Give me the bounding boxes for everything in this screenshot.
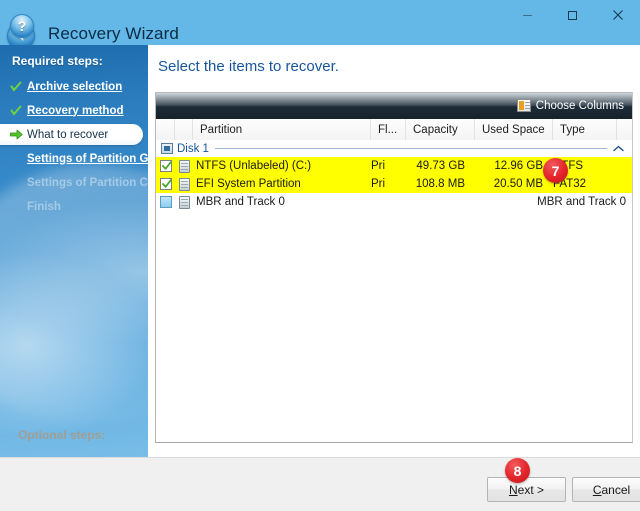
table-header-row: Partition Fl... Capacity Used Space Type bbox=[156, 119, 632, 141]
close-button[interactable] bbox=[595, 0, 640, 30]
row-checkbox[interactable] bbox=[156, 178, 175, 190]
question-mark-icon: ? bbox=[17, 18, 27, 34]
window-title: Recovery Wizard bbox=[48, 24, 179, 43]
cell-type: MBR and Track 0 bbox=[537, 196, 627, 208]
sidebar-item-label: Settings of Partition G bbox=[27, 152, 148, 165]
recovery-wizard-window: Recovery Wizard Required steps: Archive … bbox=[0, 0, 640, 511]
column-header-flags[interactable]: Fl... bbox=[371, 119, 406, 140]
column-header-capacity[interactable]: Capacity bbox=[406, 119, 475, 140]
cancel-label-rest: ancel bbox=[601, 482, 631, 497]
annotation-badge-8: 8 bbox=[505, 458, 530, 483]
content-area: Select the items to recover. Choose Colu… bbox=[148, 45, 640, 457]
column-header-used-space[interactable]: Used Space bbox=[475, 119, 553, 140]
cell-partition: MBR and Track 0 bbox=[196, 196, 285, 208]
sidebar-item-label: What to recover bbox=[27, 128, 109, 141]
cell-partition: NTFS (Unlabeled) (C:) bbox=[196, 160, 312, 172]
sidebar-heading: Required steps: bbox=[12, 54, 103, 68]
cell-capacity: 108.8 MB bbox=[415, 178, 465, 190]
cell-capacity: 49.73 GB bbox=[416, 160, 465, 172]
column-header-filler bbox=[617, 119, 632, 140]
annotation-badge-7: 7 bbox=[543, 158, 568, 183]
maximize-button[interactable] bbox=[550, 0, 595, 30]
arrow-right-icon bbox=[9, 129, 23, 140]
sidebar-item-what-to-recover[interactable]: What to recover bbox=[0, 124, 143, 145]
disk-group-label: Disk 1 bbox=[177, 142, 209, 155]
check-icon bbox=[9, 81, 23, 93]
table-row[interactable]: MBR and Track 0 MBR and Track 0 bbox=[156, 193, 632, 211]
partition-icon bbox=[175, 159, 193, 173]
cell-used-space: 20.50 MB bbox=[493, 178, 543, 190]
choose-columns-label: Choose Columns bbox=[535, 99, 624, 112]
column-header-partition[interactable]: Partition bbox=[193, 119, 371, 140]
cell-flags: Pri bbox=[371, 178, 386, 190]
partition-icon bbox=[175, 195, 193, 209]
cell-partition: EFI System Partition bbox=[196, 178, 301, 190]
check-icon bbox=[9, 105, 23, 117]
sidebar-item-settings-partition-g[interactable]: Settings of Partition G bbox=[0, 148, 148, 169]
minimize-icon bbox=[522, 10, 533, 21]
page-title: Select the items to recover. bbox=[158, 58, 339, 75]
sidebar-item-label: Archive selection bbox=[27, 80, 123, 93]
next-button[interactable]: Next > bbox=[487, 477, 566, 502]
partition-icon bbox=[175, 177, 193, 191]
choose-columns-button[interactable]: Choose Columns bbox=[513, 96, 628, 115]
group-divider bbox=[214, 148, 607, 149]
maximize-icon bbox=[567, 10, 578, 21]
checkbox-checked-icon bbox=[159, 178, 172, 190]
sidebar-optional-heading: Optional steps: bbox=[18, 428, 106, 442]
sidebar-item-archive-selection[interactable]: Archive selection bbox=[0, 76, 148, 97]
sidebar-item-finish: Finish bbox=[0, 196, 148, 217]
row-checkbox[interactable] bbox=[156, 160, 175, 172]
sidebar: Required steps: Archive selection Recove… bbox=[0, 45, 148, 457]
row-checkbox[interactable] bbox=[156, 196, 175, 208]
next-accel-letter: N bbox=[508, 482, 518, 497]
title-bar: Recovery Wizard bbox=[0, 0, 640, 50]
column-header-checkbox[interactable] bbox=[156, 119, 175, 140]
disk-group-row[interactable]: Disk 1 bbox=[156, 140, 632, 157]
chevron-up-icon[interactable] bbox=[613, 145, 624, 152]
columns-icon bbox=[516, 99, 531, 112]
next-label-rest: ext > bbox=[517, 482, 545, 497]
partition-list-panel: Choose Columns Partition Fl... Capacity … bbox=[155, 92, 633, 443]
next-button-label: Next > bbox=[509, 483, 544, 497]
sidebar-item-settings-partition-c: Settings of Partition C bbox=[0, 172, 148, 193]
window-controls bbox=[505, 0, 640, 33]
minimize-button[interactable] bbox=[505, 0, 550, 30]
list-toolbar: Choose Columns bbox=[156, 93, 632, 120]
checkbox-unchecked-icon bbox=[159, 196, 172, 208]
help-button[interactable]: ? bbox=[10, 14, 34, 38]
column-header-type[interactable]: Type bbox=[553, 119, 617, 140]
cell-used-space: 12.96 GB bbox=[494, 160, 543, 172]
cell-flags: Pri bbox=[371, 160, 386, 172]
sidebar-item-recovery-method[interactable]: Recovery method bbox=[0, 100, 148, 121]
sidebar-item-label: Settings of Partition C bbox=[27, 176, 148, 189]
sidebar-item-label: Finish bbox=[27, 200, 61, 213]
disk-icon bbox=[161, 143, 173, 154]
checkbox-checked-icon bbox=[159, 160, 172, 172]
cancel-button[interactable]: Cancel bbox=[572, 477, 640, 502]
close-icon bbox=[612, 9, 624, 21]
sidebar-item-label: Recovery method bbox=[27, 104, 124, 117]
cancel-button-label: Cancel bbox=[593, 483, 630, 497]
column-header-icon[interactable] bbox=[175, 119, 193, 140]
